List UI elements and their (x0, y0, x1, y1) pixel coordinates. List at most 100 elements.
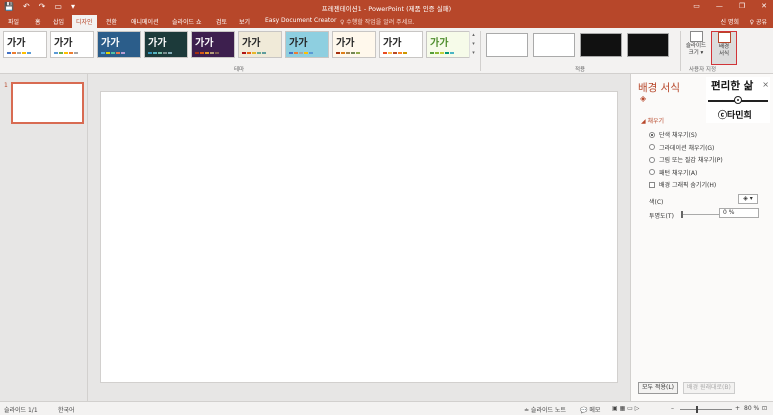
zoom-slider-thumb[interactable] (695, 406, 698, 413)
theme-thumbnail[interactable]: 가가 (50, 31, 94, 58)
ribbon-display-options-icon[interactable]: ▭ (693, 2, 700, 10)
fill-option-radio[interactable]: 그림 또는 질감 채우기(P) (649, 155, 723, 164)
theme-thumbnail[interactable]: 가가 (426, 31, 470, 58)
color-swatch (22, 52, 26, 54)
zoom-slider[interactable] (680, 409, 732, 410)
watermark-credit: ⓒ타민희 (718, 111, 752, 121)
apply-to-all-button[interactable]: 모두 적용(L) (638, 382, 679, 394)
comments-button[interactable]: 💬 메모 (580, 405, 600, 414)
slide-thumbnail[interactable] (11, 82, 84, 124)
color-swatch (440, 52, 444, 54)
variant-thumbnail[interactable] (580, 33, 622, 57)
tab-design[interactable]: 디자인 (72, 15, 97, 28)
zoom-in-button[interactable]: + (735, 405, 740, 412)
slide-canvas[interactable] (100, 91, 618, 383)
color-swatch (153, 52, 157, 54)
format-background-button[interactable]: 배경 서식 (711, 31, 737, 65)
fill-option-radio[interactable]: 패턴 채우기(A) (649, 168, 697, 177)
radio-button[interactable] (649, 131, 655, 138)
scroll-up-icon[interactable]: ▴ (470, 31, 477, 40)
theme-thumbnail[interactable]: 가가 (144, 31, 188, 58)
format-background-pane: 배경 서식 ◈ 편리한 삶 ⓒ타민희 × ◢ 채우기 단색 채우기(S) 그라데이… (630, 74, 773, 401)
variant-thumbnail[interactable] (486, 33, 528, 57)
theme-thumbnail[interactable]: 가가 (191, 31, 235, 58)
tab-view[interactable]: 보기 (239, 17, 250, 26)
transparency-input[interactable]: 0 % (719, 208, 759, 218)
variant-thumbnail[interactable] (533, 33, 575, 57)
tell-me-search[interactable]: ♀ 수행할 작업을 알려 주세요. (340, 17, 415, 26)
color-swatch (64, 52, 68, 54)
theme-color-swatches (148, 52, 172, 54)
divider (480, 31, 481, 71)
user-account[interactable]: 신 명희 (721, 17, 739, 26)
fit-to-window-icon[interactable]: ⊡ (762, 405, 767, 412)
close-icon[interactable]: × (762, 80, 769, 89)
theme-thumbnail[interactable]: 가가 (238, 31, 282, 58)
tab-insert[interactable]: 삽입 (53, 17, 64, 26)
color-swatch (54, 52, 58, 54)
tab-animations[interactable]: 애니메이션 (131, 17, 159, 26)
color-swatch (215, 52, 219, 54)
theme-color-swatches (383, 52, 407, 54)
theme-sample-text: 가가 (7, 38, 26, 49)
transparency-slider-thumb[interactable] (681, 211, 683, 218)
zoom-out-button[interactable]: – (671, 405, 674, 412)
color-swatch (111, 52, 115, 54)
color-swatch (430, 52, 434, 54)
color-swatch (27, 52, 31, 54)
color-swatch (121, 52, 125, 54)
color-swatch (445, 52, 449, 54)
tab-easy-document-creator[interactable]: Easy Document Creator (265, 17, 336, 24)
radio-button[interactable] (649, 169, 655, 175)
scroll-down-icon[interactable]: ▾ (470, 40, 477, 49)
theme-thumbnail[interactable]: 가가 (379, 31, 423, 58)
checkbox[interactable] (649, 181, 655, 188)
watermark-text: 편리한 삶 (711, 80, 754, 92)
zoom-level[interactable]: 80 % (744, 405, 759, 412)
theme-thumbnail[interactable]: 가가 (285, 31, 329, 58)
view-buttons[interactable]: ▣ ▦ ▭ ▷ (612, 405, 639, 412)
theme-thumbnail[interactable]: 가가 (3, 31, 47, 58)
color-swatch (158, 52, 162, 54)
theme-color-swatches (7, 52, 31, 54)
tab-review[interactable]: 검토 (216, 17, 227, 26)
radio-button[interactable] (649, 144, 655, 150)
fill-option-radio[interactable]: 단색 채우기(S) (649, 130, 697, 139)
restore-icon[interactable]: ❐ (739, 2, 745, 10)
slide-size-button[interactable]: 슬라이드 크기 ▾ (683, 31, 709, 65)
close-window-icon[interactable]: ✕ (761, 2, 767, 10)
tab-file[interactable]: 파일 (8, 17, 19, 26)
transparency-slider[interactable] (681, 214, 719, 215)
color-picker-button[interactable]: ◈ ▾ (738, 194, 758, 204)
theme-thumbnail[interactable]: 가가 (332, 31, 376, 58)
fill-option-radio[interactable]: 그라데이션 채우기(G) (649, 143, 714, 152)
theme-sample-text: 가가 (54, 38, 73, 49)
hide-graphics-checkbox[interactable]: 배경 그래픽 숨기기(H) (649, 180, 716, 189)
share-button[interactable]: ♀ 공유 (750, 17, 767, 26)
gallery-more-icon[interactable]: ▾ (470, 49, 477, 58)
color-swatch (210, 52, 214, 54)
fill-section-header[interactable]: ◢ 채우기 (641, 116, 664, 125)
color-swatch (356, 52, 360, 54)
theme-thumbnail[interactable]: 가가 (97, 31, 141, 58)
notes-button[interactable]: ≐ 슬라이드 노트 (524, 405, 566, 414)
slide-size-icon (689, 31, 703, 42)
fill-icon[interactable]: ◈ (640, 94, 650, 104)
tab-home[interactable]: 홈 (35, 17, 41, 26)
color-label: 색(C) (649, 199, 664, 206)
tab-slideshow[interactable]: 슬라이드 쇼 (172, 17, 202, 26)
slide-editing-area (88, 74, 630, 401)
language[interactable]: 한국어 (58, 405, 75, 414)
color-swatch (163, 52, 167, 54)
color-swatch (257, 52, 261, 54)
pane-title: 배경 서식 (638, 82, 680, 94)
tab-transitions[interactable]: 전환 (106, 17, 117, 26)
format-background-label: 배경 서식 (718, 44, 730, 57)
color-swatch (351, 52, 355, 54)
theme-gallery-scroll[interactable]: ▴ ▾ ▾ (469, 31, 477, 58)
theme-sample-text: 가가 (336, 38, 355, 49)
radio-button[interactable] (649, 156, 655, 163)
reset-background-button[interactable]: 배경 원래대로(B) (683, 382, 735, 394)
variant-thumbnail[interactable] (627, 33, 669, 57)
minimize-icon[interactable]: — (716, 2, 723, 10)
